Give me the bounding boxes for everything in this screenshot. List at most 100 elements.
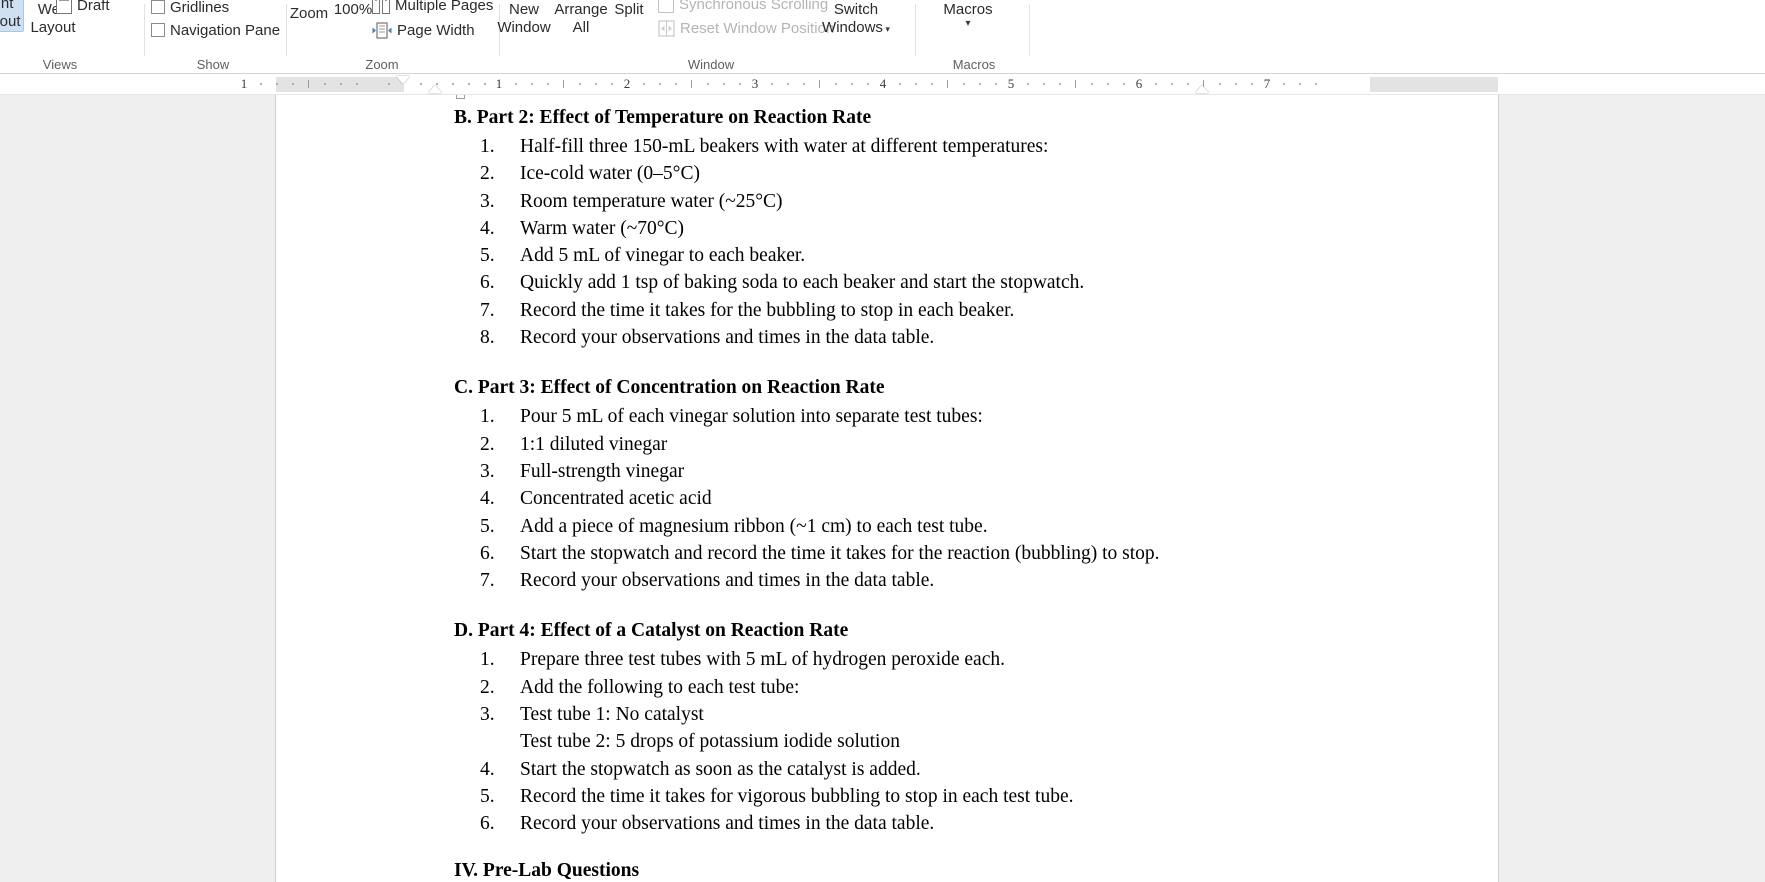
chevron-down-icon[interactable]: ▾ (883, 24, 890, 34)
list-item[interactable]: 3. Full-strength vinegar (276, 458, 1498, 485)
list-item[interactable]: 3. Room temperature water (~25°C) (276, 188, 1498, 215)
list-item-text: Record your observations and times in th… (520, 813, 935, 835)
section-part-2: B. Part 2: Effect of Temperature on Reac… (276, 95, 1498, 351)
new-window-label-line2: Window (497, 19, 551, 36)
list-item[interactable]: 6. Start the stopwatch and record the tim… (276, 540, 1498, 567)
synchronous-scrolling-button[interactable]: Synchronous Scrolling (658, 0, 828, 15)
section-heading: C. Part 3: Effect of Concentration on Re… (454, 377, 885, 399)
list-item-continuation[interactable]: Test tube 2: 5 drops of potassium iodide… (276, 728, 1498, 755)
list-item[interactable]: 7. Record the time it takes for the bubbl… (276, 297, 1498, 324)
document-body[interactable]: B. Part 2: Effect of Temperature on Reac… (276, 95, 1498, 882)
list-item[interactable]: 1. Prepare three test tubes with 5 mL of … (276, 646, 1498, 673)
list-item[interactable]: 4. Warm water (~70°C) (276, 215, 1498, 242)
print-layout-button[interactable]: Print Layout (0, 0, 24, 32)
list-item-text: Test tube 2: 5 drops of potassium iodide… (520, 731, 900, 753)
switch-windows-label-line1: Switch (833, 1, 879, 18)
ordered-list: 1. Half-fill three 150-mL beakers with wa… (276, 133, 1498, 351)
macros-button[interactable]: Macros ▾ (928, 0, 1008, 29)
chevron-down-icon[interactable]: ▾ (928, 19, 1008, 29)
list-item[interactable]: 5. Add a piece of magnesium ribbon (~1 cm… (276, 513, 1498, 540)
show-group-label: Show (196, 57, 230, 72)
list-item-text: Warm water (~70°C) (520, 217, 685, 239)
ordered-list: 1. Pour 5 mL of each vinegar solution int… (276, 403, 1498, 594)
web-layout-label-line2: Layout (30, 19, 76, 36)
list-item[interactable]: 2. Ice-cold water (0–5°C) (276, 160, 1498, 187)
list-item-number: 4. (480, 758, 495, 780)
macros-label: Macros (943, 1, 993, 18)
document-page[interactable]: B. Part 2: Effect of Temperature on Reac… (276, 95, 1498, 882)
ribbon-group-show: Gridlines Navigation Pane Show (145, 0, 287, 74)
list-item-text: Room temperature water (~25°C) (520, 190, 783, 212)
multiple-pages-button[interactable]: Multiple Pages (372, 0, 493, 16)
split-label: Split (614, 1, 644, 18)
list-item-number: 6. (480, 813, 495, 835)
list-item[interactable]: 6. Record your observations and times in … (276, 810, 1498, 837)
new-window-label-line1: New (508, 1, 539, 18)
multiple-pages-label: Multiple Pages (395, 0, 494, 14)
ribbon-view-tab: Print Layout Web Layout Draft Views (0, 0, 1765, 74)
horizontal-ruler[interactable]: 1 1 2 3 4 5 6 7 (0, 74, 1765, 95)
list-item-number: 4. (480, 217, 495, 239)
ribbon-group-zoom: Zoom 100 100% Multiple (282, 0, 500, 74)
list-item[interactable]: 4. Concentrated acetic acid (276, 485, 1498, 512)
list-item[interactable]: 1. Half-fill three 150-mL beakers with wa… (276, 133, 1498, 160)
ruler-number: 2 (623, 76, 631, 91)
list-item[interactable]: 5. Add 5 mL of vinegar to each beaker. (276, 242, 1498, 269)
window-group-label: Window (687, 57, 735, 72)
list-item[interactable]: 3. Test tube 1: No catalyst (276, 701, 1498, 728)
list-item-number: 2. (480, 433, 495, 455)
list-item-number: 1. (480, 406, 495, 428)
arrange-all-button[interactable]: Arrange All (550, 0, 612, 37)
section-part-4: D. Part 4: Effect of a Catalyst on React… (276, 617, 1498, 837)
ordered-list: 1. Prepare three test tubes with 5 mL of … (276, 646, 1498, 837)
hanging-indent-marker[interactable] (428, 85, 442, 93)
page-width-label: Page Width (397, 21, 475, 39)
list-item-number: 5. (480, 785, 495, 807)
list-item[interactable]: 4. Start the stopwatch as soon as the cat… (276, 756, 1498, 783)
list-item-text: Add 5 mL of vinegar to each beaker. (520, 245, 806, 267)
list-item-text: Record your observations and times in th… (520, 570, 935, 592)
list-item-number: 8. (480, 327, 495, 349)
new-window-button[interactable]: New Window (492, 0, 556, 37)
draft-button[interactable]: Draft (56, 0, 110, 16)
list-item[interactable]: 5. Record the time it takes for vigorous … (276, 783, 1498, 810)
page-width-icon (372, 21, 392, 39)
right-indent-marker[interactable] (1195, 85, 1209, 93)
list-item[interactable]: 1. Pour 5 mL of each vinegar solution int… (276, 403, 1498, 430)
list-item-text: Half-fill three 150-mL beakers with wate… (520, 136, 1049, 157)
list-item[interactable]: 8. Record your observations and times in … (276, 324, 1498, 351)
list-item-number: 3. (480, 460, 495, 482)
list-item-text: Start the stopwatch as soon as the catal… (520, 758, 921, 780)
list-item[interactable]: 7. Record your observations and times in … (276, 567, 1498, 594)
navigation-pane-checkbox-row[interactable]: Navigation Pane (151, 19, 280, 41)
arrange-all-label-line2: All (572, 19, 590, 36)
list-item-number: 4. (480, 488, 495, 510)
switch-windows-button[interactable]: Switch Windows ▾ (818, 0, 894, 38)
ruler-number: 1 (495, 76, 503, 91)
first-line-indent-marker[interactable] (396, 76, 410, 84)
ruler-number: 7 (1263, 76, 1271, 91)
split-button[interactable]: Split (606, 0, 652, 19)
document-canvas[interactable]: B. Part 2: Effect of Temperature on Reac… (0, 95, 1765, 882)
ruler-text-area (404, 77, 1370, 92)
print-layout-label-line1: Print (0, 0, 14, 12)
ruler-number: 6 (1135, 76, 1143, 91)
reset-window-position-label: Reset Window Position (680, 19, 835, 37)
list-item-number: 3. (480, 190, 495, 212)
navigation-pane-checkbox[interactable] (151, 23, 165, 37)
print-layout-label-line2: Layout (0, 13, 21, 30)
list-item[interactable]: 2. Add the following to each test tube: (276, 674, 1498, 701)
macros-group-label: Macros (952, 57, 996, 72)
list-item-number: 3. (480, 704, 495, 726)
gridlines-checkbox-row[interactable]: Gridlines (151, 0, 229, 18)
gridlines-label: Gridlines (170, 0, 230, 16)
page-width-button[interactable]: Page Width (372, 19, 475, 41)
gridlines-checkbox[interactable] (151, 0, 165, 14)
reset-window-position-button[interactable]: Reset Window Position (658, 17, 834, 39)
ruler-number: 5 (1007, 76, 1015, 91)
list-item[interactable]: 6. Quickly add 1 tsp of baking soda to ea… (276, 269, 1498, 296)
list-item[interactable]: 2. 1:1 diluted vinegar (276, 431, 1498, 458)
list-item-number: 5. (480, 515, 495, 537)
